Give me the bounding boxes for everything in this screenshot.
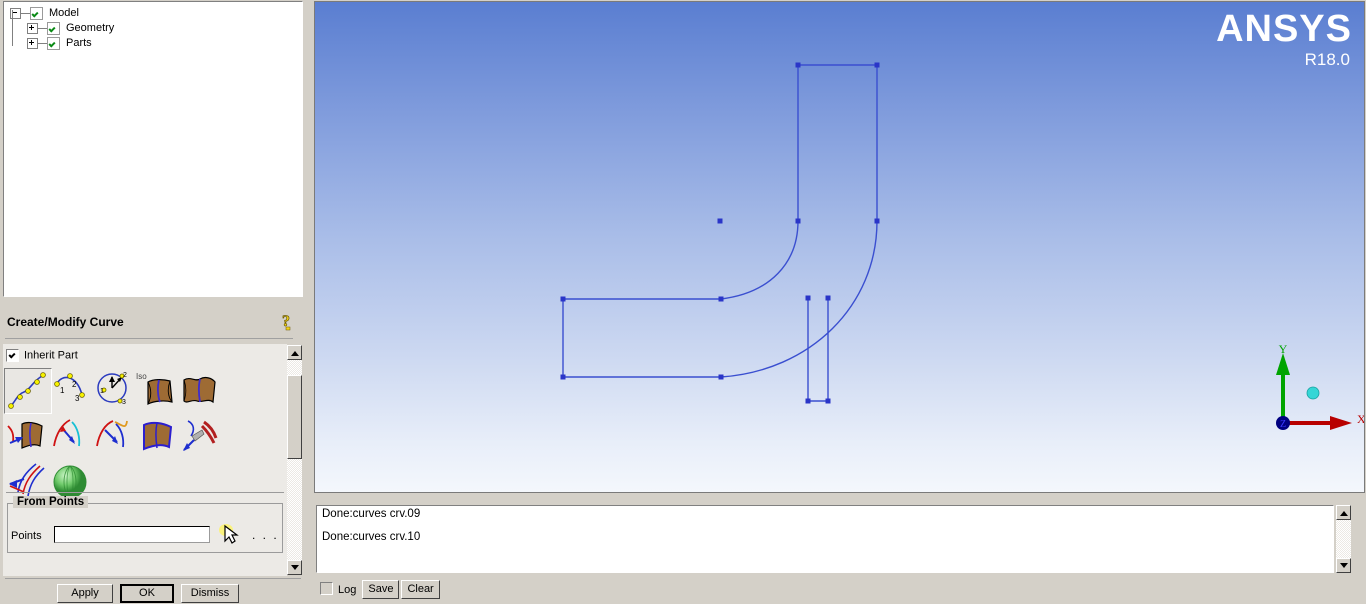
tree-checkbox-geometry[interactable] [47,22,60,35]
panel-graphics-divider [306,0,312,604]
graphics-viewport[interactable]: Y X Z ANSYS R18.0 [314,1,1365,493]
points-more-button[interactable]: . . . [252,528,279,542]
tree-item-parts[interactable]: Parts [8,36,302,51]
inherit-part-row[interactable]: Inherit Part [6,349,78,363]
scroll-down-arrow-icon[interactable] [1336,558,1351,573]
tree-expander-plus-icon[interactable] [27,23,38,34]
inherit-part-checkbox[interactable] [6,349,19,362]
curve-tool-row-1: 1 2 3 1 [4,368,282,414]
tool-modify-curve[interactable] [176,414,222,458]
clear-log-button[interactable]: Clear [401,580,439,599]
tool-surface-surface-intersection[interactable]: Iso [134,368,180,412]
arrow-select-cursor-icon[interactable] [218,522,242,546]
geometry-canvas[interactable]: Y X Z [315,2,1364,492]
log-checkbox[interactable] [320,582,333,595]
left-panel-column: Model Geometry Parts Create/Modify Curve… [0,0,305,604]
tree-label-model: Model [48,7,79,19]
curve-tool-row-2 [4,414,282,460]
svg-text:3: 3 [75,394,80,403]
svg-text:Z: Z [1280,419,1286,430]
tool-arc-center-2-points[interactable]: 1 2 3 [92,368,138,412]
tool-concatenate-reapprox[interactable] [92,414,138,458]
scrollbar-track[interactable] [1336,520,1351,558]
tree-checkbox-parts[interactable] [47,37,60,50]
svg-text:2: 2 [123,372,127,379]
tool-arc-3-points[interactable]: 1 2 3 [48,368,94,412]
svg-text:1: 1 [100,388,104,395]
model-tree-panel[interactable]: Model Geometry Parts [3,1,303,297]
inherit-part-label: Inherit Part [24,350,78,362]
svg-text:1: 1 [60,386,65,395]
tool-project-curve-on-surface[interactable] [4,414,50,458]
ansys-icem-cfd-window: Model Geometry Parts Create/Modify Curve… [0,0,1366,604]
curve-tool-grid: 1 2 3 1 [4,368,282,506]
tree-connector [38,43,47,44]
question-mark-help-icon[interactable]: ? [280,312,298,332]
tool-extract-curves-surface[interactable] [134,414,180,458]
points-input[interactable] [54,526,210,543]
tree-item-geometry[interactable]: Geometry [8,21,302,36]
scroll-down-arrow-icon[interactable] [287,560,302,575]
from-points-group-label: From Points [13,496,88,508]
log-label: Log [338,584,356,596]
tool-curve-from-surface-edge[interactable] [176,368,222,412]
ok-button[interactable]: OK [120,584,174,603]
tree-checkbox-model[interactable] [30,7,43,20]
geometry-points [561,63,880,404]
tree-expander-plus-icon[interactable] [27,38,38,49]
points-label: Points [11,530,42,542]
scroll-up-arrow-icon[interactable] [287,345,302,360]
message-scrollbar-inner[interactable] [1336,505,1351,573]
tree-connector [21,13,30,14]
scrollbar-thumb[interactable] [287,375,302,459]
svg-text:Iso: Iso [136,372,147,381]
axis-triad: Y X Z [1276,342,1364,430]
tree-vline [12,10,13,46]
tree-connector [38,28,47,29]
options-scrollbar[interactable] [287,345,302,575]
message-area: Done:curves crv.09 Done:curves crv.10 [316,505,1366,575]
message-scrollbar[interactable] [1336,505,1351,573]
tool-from-points[interactable] [4,368,52,414]
tree-label-geometry: Geometry [65,22,114,34]
panel-divider [5,338,293,339]
action-bar-divider [5,578,301,579]
tree-item-model[interactable]: Model [8,6,302,21]
section-divider [6,492,284,493]
tree-label-parts: Parts [65,37,92,49]
message-toolbar: Log SaveClear [320,580,442,600]
svg-text:2: 2 [72,380,77,389]
svg-text:X: X [1357,412,1364,426]
tool-segment-trim-curve[interactable] [48,414,94,458]
scroll-up-arrow-icon[interactable] [1336,505,1351,520]
dismiss-button[interactable]: Dismiss [181,584,239,603]
message-line: Done:curves crv.10 [317,520,1333,543]
page-title: Create/Modify Curve [7,315,124,329]
message-line: Done:curves crv.09 [317,506,1333,520]
message-log-box[interactable]: Done:curves crv.09 Done:curves crv.10 [316,505,1334,573]
svg-text:Y: Y [1279,342,1288,356]
svg-text:3: 3 [122,399,126,406]
save-log-button[interactable]: Save [362,580,399,599]
apply-button[interactable]: Apply [57,584,113,603]
